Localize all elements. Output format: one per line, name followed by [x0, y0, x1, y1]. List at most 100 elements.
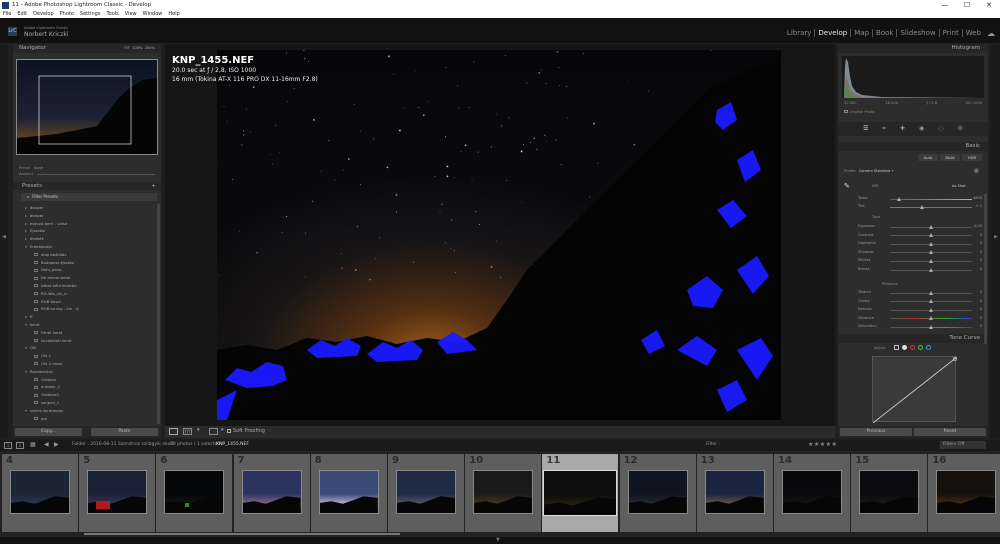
- maximize-button[interactable]: ☐: [956, 0, 978, 10]
- copy-button[interactable]: Copy...: [15, 428, 82, 436]
- vibrance-slider[interactable]: Vibrance 0: [852, 315, 982, 323]
- temp-value[interactable]: 4800: [973, 195, 982, 203]
- slider-value[interactable]: 0: [980, 249, 982, 257]
- loupe-view-icon[interactable]: [169, 428, 178, 435]
- chevron-down-icon[interactable]: ▾: [197, 427, 200, 433]
- preset-item[interactable]: Fehér keret: [21, 329, 157, 337]
- tint-knob[interactable]: [920, 204, 924, 209]
- parametric-curve-icon[interactable]: [894, 345, 899, 350]
- wb-value[interactable]: As Shot: [952, 184, 966, 188]
- presets-header[interactable]: Presets +: [13, 182, 161, 190]
- menu-file[interactable]: File: [3, 11, 11, 17]
- filmstrip-thumbnail[interactable]: [627, 470, 688, 514]
- highlights-slider[interactable]: Highlights 0: [852, 240, 982, 248]
- slider-value[interactable]: 0: [980, 289, 982, 297]
- slider-knob[interactable]: [929, 316, 933, 321]
- preset-item[interactable]: RG-lálb_vin_lc: [21, 290, 157, 298]
- preset-folder[interactable]: ▾ Randezvány: [21, 368, 157, 376]
- preset-item[interactable]: kékes kéúl keretbe: [21, 282, 157, 290]
- tint-slider[interactable]: Tint + 1: [852, 203, 982, 211]
- forward-arrow-icon[interactable]: ▶: [54, 441, 59, 448]
- navigator-preview[interactable]: [16, 59, 158, 155]
- bw-button[interactable]: B&W: [940, 154, 960, 161]
- minimize-button[interactable]: —: [934, 0, 956, 10]
- profile-row[interactable]: Profile: Camera Standard ▾: [844, 169, 893, 173]
- preset-item[interactable]: kaveküreti keret: [21, 337, 157, 345]
- filmstrip-cell[interactable]: 13: [696, 454, 773, 532]
- cloud-icon[interactable]: ☁: [987, 29, 995, 38]
- basic-header[interactable]: Basic: [838, 142, 988, 151]
- filmstrip-thumbnail[interactable]: [164, 470, 225, 514]
- module-book[interactable]: Book: [872, 29, 896, 37]
- preset-item[interactable]: adi: [21, 415, 157, 423]
- filmstrip-thumbnail[interactable]: [10, 470, 70, 514]
- preset-item[interactable]: Budapest éjszaka: [21, 259, 157, 267]
- blue-channel-icon[interactable]: [926, 345, 931, 350]
- filmstrip-thumbnail[interactable]: [936, 470, 997, 514]
- clarity-slider[interactable]: Clarity 0: [852, 298, 982, 306]
- slider-value[interactable]: 0: [980, 298, 982, 306]
- preset-item[interactable]: Oki-2-mask: [21, 360, 157, 368]
- soft-proofing-checkbox[interactable]: [227, 429, 231, 433]
- slider-value[interactable]: 0: [980, 306, 982, 314]
- filter-presets-field[interactable]: ⌕ Filter Presets: [21, 193, 157, 201]
- preset-folder[interactable]: ▸ Ejszakai: [21, 227, 157, 235]
- preset-scrollbar[interactable]: [157, 204, 160, 424]
- menu-tools[interactable]: Tools: [106, 11, 118, 17]
- filter-dropdown[interactable]: Filters Off: [940, 441, 986, 449]
- slider-knob[interactable]: [929, 299, 933, 304]
- slider-knob[interactable]: [929, 290, 933, 295]
- filmstrip-cell[interactable]: 9: [388, 454, 464, 532]
- preset-item[interactable]: sonped_1: [21, 399, 157, 407]
- slider-value[interactable]: 0: [980, 315, 982, 323]
- left-panel-edge[interactable]: ◀: [0, 44, 8, 438]
- temp-slider[interactable]: Temp 4800: [852, 195, 982, 203]
- filmstrip-cell[interactable]: 6: [156, 454, 233, 532]
- slider-knob[interactable]: [929, 250, 933, 255]
- slider-value[interactable]: 0: [980, 257, 982, 265]
- preset-folder[interactable]: ▸ eskuvő berri - valsa: [21, 220, 157, 228]
- filmstrip-thumbnail[interactable]: [241, 470, 302, 514]
- original-photo-checkbox[interactable]: [844, 110, 848, 113]
- rating-filter-stars[interactable]: ★★★★★: [808, 441, 837, 448]
- filmstrip-cell[interactable]: 12: [619, 454, 696, 532]
- slider-knob[interactable]: [929, 307, 933, 312]
- slider-knob[interactable]: [929, 324, 933, 329]
- preset-folder[interactable]: ▸ életkék: [21, 235, 157, 243]
- original-photo-toggle[interactable]: Original Photo: [844, 110, 875, 114]
- zoom-fit[interactable]: FIT: [125, 46, 130, 50]
- main-photo[interactable]: [217, 50, 781, 420]
- navigator-header[interactable]: Navigator FIT 100% 200%: [13, 44, 161, 53]
- preset-item[interactable]: alap beállítás: [21, 251, 157, 259]
- profile-value[interactable]: Camera Standard: [859, 169, 891, 173]
- collapse-left-icon[interactable]: ◀: [2, 234, 6, 240]
- whites-slider[interactable]: Whites 0: [852, 257, 982, 265]
- slider-knob[interactable]: [929, 258, 933, 263]
- preset-folder[interactable]: ▸ áloszer: [21, 212, 157, 220]
- right-panel-edge[interactable]: ▶: [991, 44, 1000, 438]
- exposure-slider[interactable]: Exposure 0,00: [852, 223, 982, 231]
- contrast-slider[interactable]: Contrast 0: [852, 232, 982, 240]
- menu-edit[interactable]: Edit: [17, 11, 27, 17]
- preset-item[interactable]: De menanamal: [21, 274, 157, 282]
- back-arrow-icon[interactable]: ◀: [44, 441, 49, 448]
- masking-icon[interactable]: ◉: [919, 122, 924, 136]
- green-channel-icon[interactable]: [918, 345, 923, 350]
- red-channel-icon[interactable]: [910, 345, 915, 350]
- slider-value[interactable]: 0: [980, 323, 982, 331]
- settings-icon[interactable]: ⚙: [957, 122, 962, 136]
- menu-settings[interactable]: Settings: [80, 11, 101, 17]
- filmstrip-cell[interactable]: 8: [310, 454, 387, 532]
- selected-file[interactable]: KNP_1455.NEF: [216, 442, 249, 447]
- module-web[interactable]: Web: [961, 29, 984, 37]
- auto-button[interactable]: Auto: [918, 154, 938, 161]
- edit-sliders-icon[interactable]: ☰: [863, 122, 868, 136]
- slider-value[interactable]: 0: [980, 240, 982, 248]
- before-after-icon[interactable]: Y|Y: [183, 428, 192, 435]
- collapse-filmstrip-icon[interactable]: ▼: [496, 537, 500, 543]
- rgb-channel-icon[interactable]: [902, 345, 907, 350]
- menu-help[interactable]: Help: [168, 11, 179, 17]
- profile-browser-icon[interactable]: ▦: [974, 168, 979, 174]
- right-scrollbar[interactable]: [984, 194, 987, 344]
- filmstrip-scrollbar[interactable]: [84, 533, 400, 535]
